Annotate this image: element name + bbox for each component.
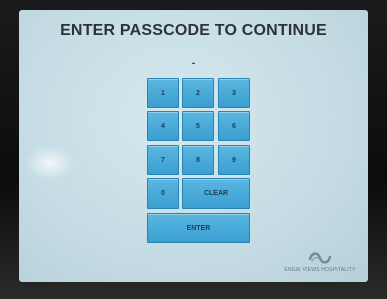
passcode-display: -	[191, 58, 196, 69]
key-4[interactable]: 4	[147, 111, 179, 141]
key-9[interactable]: 9	[218, 145, 250, 175]
key-7[interactable]: 7	[147, 145, 179, 175]
brand-logo-text: ENGIE VIEWS HOSPITALITY	[284, 267, 356, 273]
clear-button[interactable]: CLEAR	[182, 178, 250, 209]
key-1[interactable]: 1	[147, 78, 179, 108]
page-title: ENTER PASSCODE TO CONTINUE	[60, 22, 327, 39]
key-0[interactable]: 0	[147, 178, 179, 209]
key-2[interactable]: 2	[182, 78, 214, 108]
enter-button[interactable]: ENTER	[147, 213, 250, 243]
key-3[interactable]: 3	[218, 78, 250, 108]
key-6[interactable]: 6	[218, 111, 250, 141]
infinity-wave-icon	[308, 252, 332, 264]
touch-screen: ENTER PASSCODE TO CONTINUE - 1 2 3 4 5 6…	[19, 10, 368, 282]
key-8[interactable]: 8	[182, 145, 214, 175]
screen-glare	[25, 146, 75, 180]
key-5[interactable]: 5	[182, 111, 214, 141]
brand-logo: ENGIE VIEWS HOSPITALITY	[282, 248, 358, 276]
